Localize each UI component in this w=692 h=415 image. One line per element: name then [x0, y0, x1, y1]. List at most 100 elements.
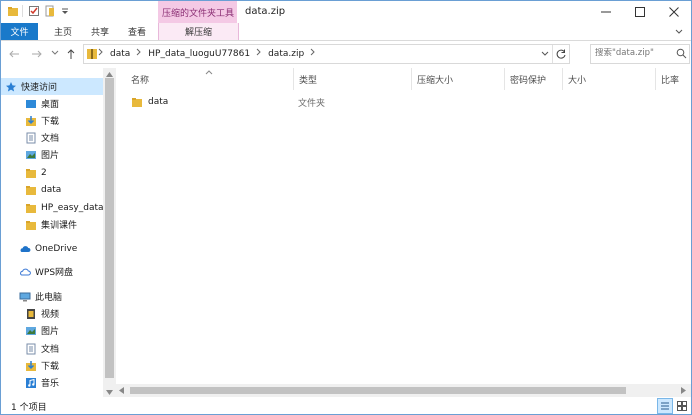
address-history-button[interactable] — [540, 49, 550, 62]
chevron-right-icon — [136, 48, 142, 59]
nav-label: 音乐 — [41, 379, 60, 389]
nav-label: OneDrive — [35, 243, 78, 254]
chevron-right-icon — [256, 48, 262, 59]
close-button[interactable] — [657, 1, 691, 23]
status-bar: 1 个项目 — [1, 397, 691, 414]
videos-icon — [25, 308, 37, 320]
chevron-down-icon — [51, 50, 59, 55]
nav-label: 快速访问 — [21, 83, 58, 93]
folder-icon — [25, 202, 37, 214]
maximize-icon — [635, 7, 645, 17]
horizontal-scrollbar-thumb[interactable] — [130, 387, 626, 394]
folder-icon — [25, 184, 37, 196]
breadcrumb-zip[interactable]: data.zip — [268, 49, 304, 59]
chevron-down-icon — [541, 51, 549, 56]
divider — [552, 45, 553, 63]
scroll-right-icon[interactable] — [681, 387, 686, 397]
large-icons-view-icon — [677, 401, 687, 411]
column-header-password[interactable]: 密码保护 — [505, 68, 563, 90]
column-header-type[interactable]: 类型 — [294, 68, 412, 90]
item-count: 1 个项目 — [11, 403, 47, 413]
chevron-right-icon — [310, 48, 316, 59]
tab-file[interactable]: 文件 — [1, 23, 38, 40]
pictures-icon — [25, 325, 37, 337]
desktop-icon — [25, 98, 37, 110]
forward-button[interactable] — [31, 48, 43, 63]
folder-icon — [25, 219, 37, 231]
refresh-button[interactable] — [555, 48, 567, 63]
download-icon — [25, 360, 37, 372]
zip-folder-icon — [86, 47, 98, 63]
column-header-compressed-size[interactable]: 压缩大小 — [412, 68, 505, 90]
properties-icon[interactable] — [28, 5, 40, 17]
nav-label: data — [41, 184, 62, 195]
nav-label: 下载 — [41, 362, 60, 372]
breadcrumb-data[interactable]: data — [110, 49, 130, 59]
scroll-left-icon[interactable] — [119, 387, 124, 397]
folder-icon — [25, 167, 37, 179]
nav-scrollbar-thumb[interactable] — [105, 78, 114, 378]
navigation-bar: data HP_data_luoguU77861 data.zip — [1, 41, 691, 67]
cloud-outline-icon — [19, 266, 31, 278]
horizontal-scrollbar[interactable] — [116, 384, 691, 397]
context-tab-label: 压缩的文件夹工具 — [162, 9, 235, 19]
minimize-button[interactable] — [589, 1, 623, 23]
file-name: data — [148, 97, 169, 107]
nav-label: 此电脑 — [35, 293, 63, 303]
documents-icon — [25, 132, 37, 144]
tab-home[interactable]: 主页 — [45, 23, 81, 40]
nav-label: 下载 — [41, 117, 60, 127]
new-folder-icon[interactable] — [44, 5, 56, 17]
refresh-icon — [556, 49, 566, 59]
large-icons-view-button[interactable] — [675, 399, 689, 413]
documents-icon — [25, 343, 37, 355]
nav-label: 桌面 — [41, 100, 60, 110]
details-view-icon — [661, 402, 669, 410]
search-box[interactable] — [590, 44, 690, 64]
ribbon-tabs: 文件 主页 共享 查看 解压缩 ? — [1, 23, 691, 41]
window-title: data.zip — [245, 6, 286, 17]
details-view-button[interactable] — [657, 398, 673, 414]
breadcrumb-hp-data[interactable]: HP_data_luoguU77861 — [148, 49, 250, 59]
column-header-ratio[interactable]: 比率 — [656, 68, 691, 90]
folder-icon — [131, 96, 143, 108]
cloud-icon — [19, 243, 31, 255]
maximize-button[interactable] — [623, 1, 657, 23]
nav-label: 文档 — [41, 134, 60, 144]
tab-share[interactable]: 共享 — [82, 23, 118, 40]
file-type: 文件夹 — [298, 98, 326, 109]
divider — [22, 5, 23, 17]
navigation-pane: 快速访问 桌面 下载 文档 图片 2 data HP_easy_data_l 集… — [1, 68, 124, 397]
table-row[interactable]: data 文件夹 — [122, 93, 402, 111]
minimize-icon — [601, 11, 611, 13]
context-tab-header: 压缩的文件夹工具 — [158, 1, 237, 23]
nav-quick-access[interactable]: 快速访问 — [1, 78, 106, 95]
breadcrumb: data HP_data_luoguU77861 data.zip — [98, 48, 316, 59]
tab-view[interactable]: 查看 — [119, 23, 155, 40]
search-icon — [676, 48, 687, 62]
nav-label: WPS网盘 — [35, 268, 74, 278]
nav-label: 2 — [41, 167, 47, 178]
search-input[interactable] — [595, 48, 675, 58]
tab-extract[interactable]: 解压缩 — [158, 23, 239, 40]
nav-label: 图片 — [41, 151, 60, 161]
nav-scrollbar[interactable] — [103, 68, 116, 397]
forward-arrow-icon — [32, 50, 42, 58]
expand-ribbon-button[interactable] — [673, 26, 685, 41]
back-button[interactable] — [8, 48, 20, 63]
column-header-size[interactable]: 大小 — [563, 68, 656, 90]
up-button[interactable] — [65, 48, 77, 63]
nav-label: 图片 — [41, 327, 60, 337]
customize-arrow-icon[interactable] — [59, 5, 71, 17]
nav-label: HP_easy_data_l — [41, 202, 111, 213]
address-bar[interactable]: data HP_data_luoguU77861 data.zip — [83, 44, 570, 64]
star-icon — [5, 81, 17, 93]
computer-icon — [19, 291, 31, 303]
chevron-right-icon — [98, 48, 104, 59]
file-list-pane: 名称 类型 压缩大小 密码保护 大小 比率 data 文件夹 — [116, 68, 691, 397]
recent-locations-button[interactable] — [51, 49, 59, 60]
folder-icon — [7, 5, 19, 17]
nav-label: 文档 — [41, 345, 60, 355]
column-header-name[interactable]: 名称 — [126, 68, 294, 90]
title-bar: 压缩的文件夹工具 data.zip — [1, 1, 691, 23]
